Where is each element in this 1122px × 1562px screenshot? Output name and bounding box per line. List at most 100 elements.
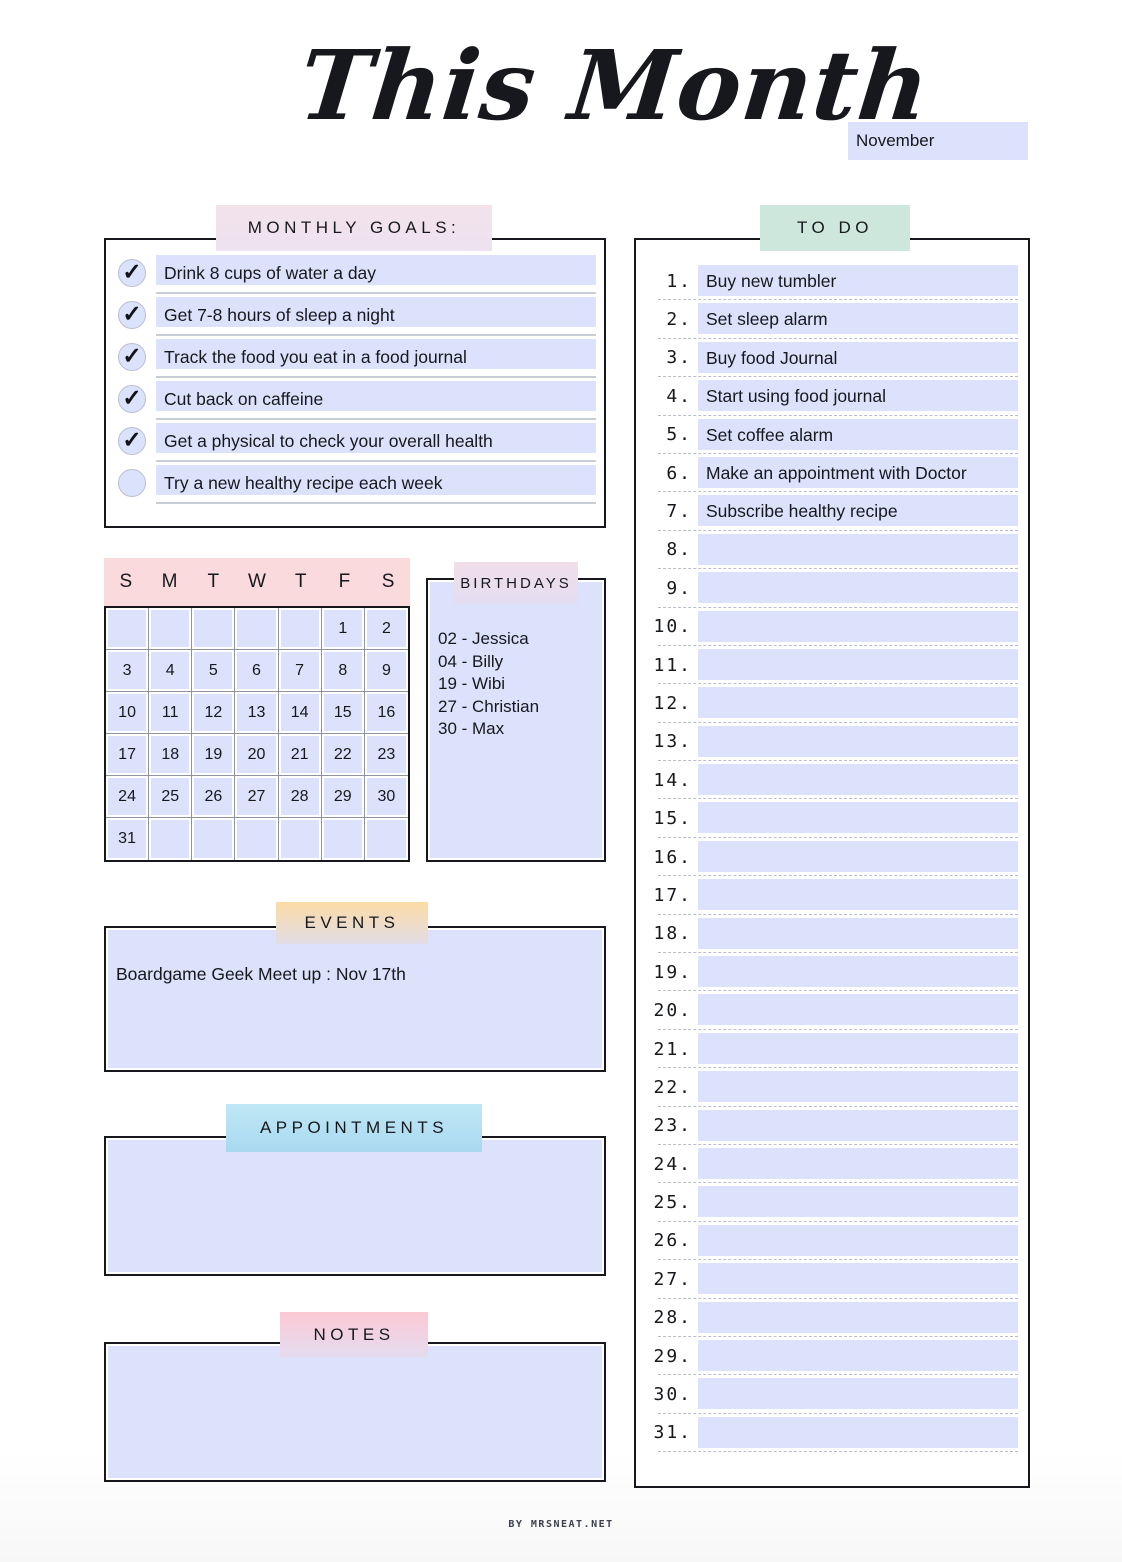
todo-field[interactable] [698,761,1018,799]
goal-field[interactable]: Track the food you eat in a food journal [156,336,596,378]
todo-row[interactable]: 18. [650,915,1018,954]
todo-row[interactable]: 15. [650,799,1018,839]
todo-row[interactable]: 10. [650,608,1018,647]
calendar-empty-cell[interactable] [192,818,236,860]
todo-field[interactable] [698,799,1018,837]
notes-body[interactable] [108,1346,602,1478]
todo-row[interactable]: 20. [650,991,1018,1031]
todo-row[interactable]: 26. [650,1222,1018,1261]
todo-row[interactable]: 25. [650,1183,1018,1223]
todo-field[interactable] [698,876,1018,914]
todo-row[interactable]: 22. [650,1068,1018,1107]
goal-field[interactable]: Get 7-8 hours of sleep a night [156,294,596,336]
todo-field[interactable] [698,646,1018,684]
todo-field[interactable] [698,1068,1018,1106]
todo-field[interactable] [698,1299,1018,1337]
calendar-empty-cell[interactable] [321,818,365,860]
todo-field[interactable] [698,838,1018,876]
calendar-empty-cell[interactable] [149,818,193,860]
todo-row[interactable]: 4. Start using food journal [650,377,1018,416]
todo-row[interactable]: 8. [650,531,1018,570]
calendar-day-cell[interactable]: 3 [106,650,150,692]
todo-field[interactable] [698,991,1018,1029]
goal-checkbox-checked[interactable] [118,301,146,329]
todo-field[interactable] [698,1260,1018,1298]
todo-field[interactable] [698,1145,1018,1183]
events-panel[interactable]: Boardgame Geek Meet up : Nov 17th [104,926,606,1072]
todo-field[interactable]: Buy food Journal [698,339,1018,377]
todo-row[interactable]: 5. Set coffee alarm [650,416,1018,455]
calendar-day-cell[interactable]: 19 [192,734,236,776]
todo-row[interactable]: 31. [650,1414,1018,1453]
todo-row[interactable]: 24. [650,1145,1018,1184]
calendar-day-cell[interactable]: 12 [192,692,236,734]
goal-row[interactable]: Get 7-8 hours of sleep a night [118,294,596,336]
calendar-empty-cell[interactable] [235,818,279,860]
goal-field[interactable]: Cut back on caffeine [156,378,596,420]
calendar-day-cell[interactable]: 24 [106,776,150,818]
goal-checkbox-checked[interactable] [118,427,146,455]
calendar-day-cell[interactable]: 28 [278,776,322,818]
calendar-day-cell[interactable]: 10 [106,692,150,734]
calendar-day-cell[interactable]: 5 [192,650,236,692]
todo-row[interactable]: 1. Buy new tumbler [650,262,1018,301]
todo-field[interactable] [698,723,1018,761]
calendar-day-cell[interactable]: 31 [106,818,150,860]
todo-row[interactable]: 7. Subscribe healthy recipe [650,492,1018,532]
todo-row[interactable]: 17. [650,876,1018,916]
todo-field[interactable] [698,1107,1018,1145]
calendar-day-cell[interactable]: 1 [321,608,365,650]
todo-field[interactable]: Subscribe healthy recipe [698,492,1018,530]
todo-row[interactable]: 16. [650,838,1018,877]
todo-row[interactable]: 23. [650,1107,1018,1146]
todo-row[interactable]: 12. [650,684,1018,724]
goal-field[interactable]: Drink 8 cups of water a day [156,252,596,294]
calendar-day-cell[interactable]: 14 [278,692,322,734]
todo-row[interactable]: 11. [650,646,1018,685]
todo-row[interactable]: 21. [650,1030,1018,1069]
appointments-panel[interactable] [104,1136,606,1276]
calendar-day-cell[interactable]: 20 [235,734,279,776]
todo-row[interactable]: 3. Buy food Journal [650,339,1018,378]
calendar-day-cell[interactable]: 30 [364,776,408,818]
todo-row[interactable]: 2. Set sleep alarm [650,300,1018,340]
goal-checkbox-checked[interactable] [118,343,146,371]
todo-row[interactable]: 28. [650,1299,1018,1338]
appointments-body[interactable] [108,1140,602,1272]
todo-row[interactable]: 29. [650,1337,1018,1376]
goal-checkbox-checked[interactable] [118,259,146,287]
calendar-day-cell[interactable]: 29 [321,776,365,818]
todo-field[interactable] [698,1337,1018,1375]
calendar-day-cell[interactable]: 22 [321,734,365,776]
calendar-day-cell[interactable]: 21 [278,734,322,776]
todo-field[interactable] [698,1183,1018,1221]
calendar-day-cell[interactable]: 6 [235,650,279,692]
todo-field[interactable] [698,569,1018,607]
calendar-empty-cell[interactable] [364,818,408,860]
todo-field[interactable] [698,608,1018,646]
calendar-day-cell[interactable]: 27 [235,776,279,818]
todo-field[interactable]: Set sleep alarm [698,300,1018,338]
todo-field[interactable] [698,684,1018,722]
calendar-day-cell[interactable]: 4 [149,650,193,692]
goal-row[interactable]: Drink 8 cups of water a day [118,252,596,294]
calendar-day-cell[interactable]: 15 [321,692,365,734]
todo-row[interactable]: 30. [650,1375,1018,1415]
goal-row[interactable]: Cut back on caffeine [118,378,596,420]
goal-field[interactable]: Try a new healthy recipe each week [156,462,596,504]
todo-field[interactable] [698,1375,1018,1413]
goal-field[interactable]: Get a physical to check your overall hea… [156,420,596,462]
calendar-empty-cell[interactable] [235,608,279,650]
todo-row[interactable]: 27. [650,1260,1018,1299]
todo-field[interactable] [698,915,1018,953]
goal-row[interactable]: Try a new healthy recipe each week [118,462,596,504]
goal-row[interactable]: Track the food you eat in a food journal [118,336,596,378]
todo-field[interactable] [698,1222,1018,1260]
goal-row[interactable]: Get a physical to check your overall hea… [118,420,596,462]
calendar-day-cell[interactable]: 7 [278,650,322,692]
goal-checkbox-unchecked[interactable] [118,469,146,497]
todo-field[interactable] [698,953,1018,991]
calendar-day-cell[interactable]: 8 [321,650,365,692]
calendar-day-cell[interactable]: 13 [235,692,279,734]
todo-field[interactable]: Start using food journal [698,377,1018,415]
